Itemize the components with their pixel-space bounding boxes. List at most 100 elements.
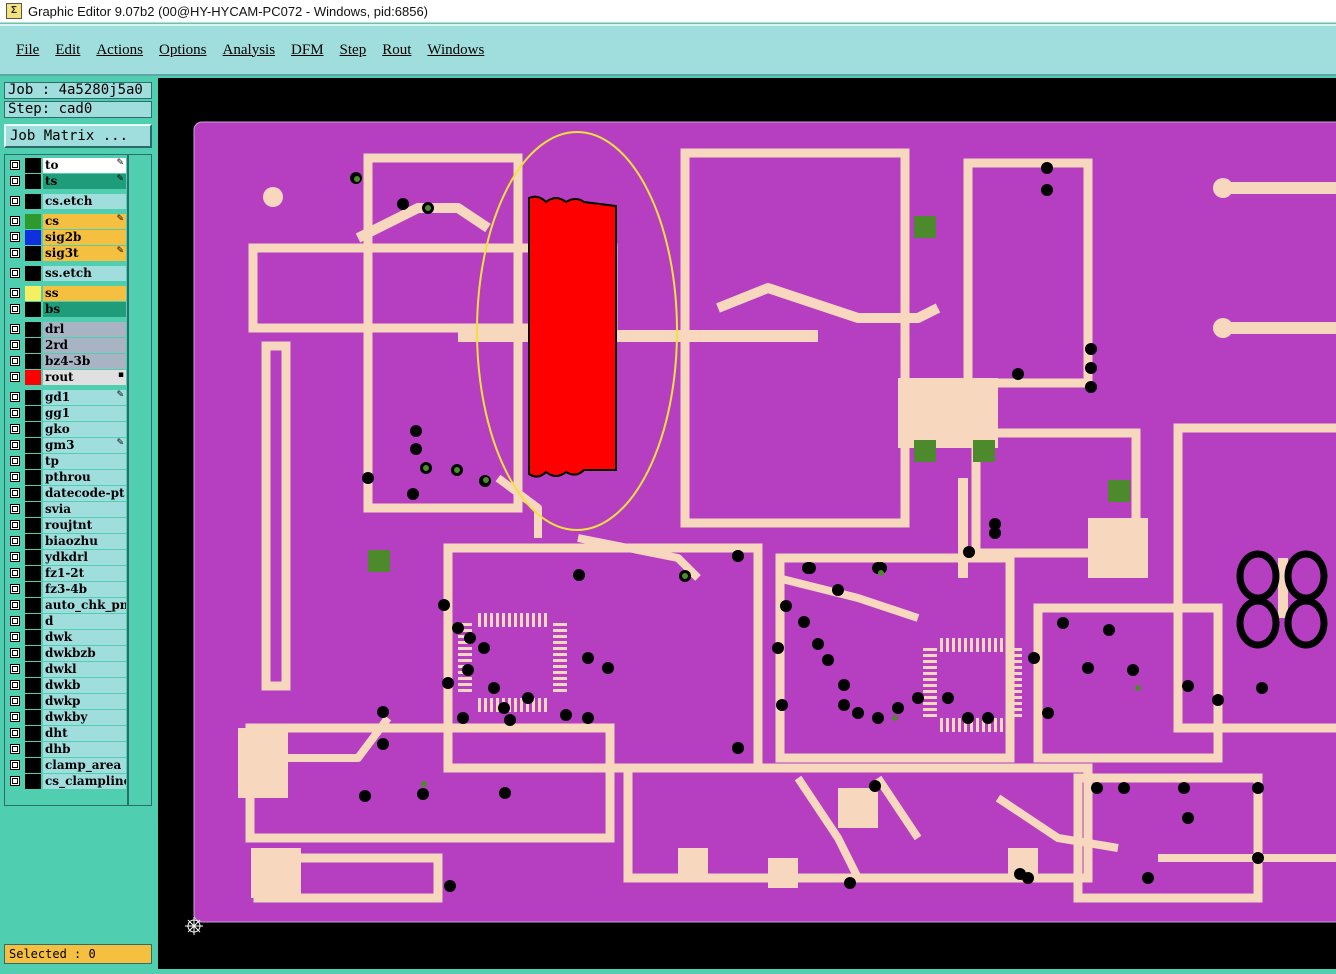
layer-color-swatch[interactable] xyxy=(25,354,41,369)
layer-color-swatch[interactable] xyxy=(25,470,41,485)
layer-color-swatch[interactable] xyxy=(25,566,41,581)
layer-row-bz4-3b[interactable]: bz4-3b xyxy=(7,354,126,369)
layer-name[interactable]: dwkp xyxy=(43,694,126,709)
layer-color-swatch[interactable] xyxy=(25,582,41,597)
layer-row-dwk[interactable]: dwk xyxy=(7,630,126,645)
layer-name[interactable]: datecode-pt xyxy=(43,486,126,501)
layer-name[interactable]: dhb xyxy=(43,742,126,757)
layer-row-dwkp[interactable]: dwkp xyxy=(7,694,126,709)
layer-row-gd1[interactable]: gd1 ✎ xyxy=(7,390,126,405)
layer-color-swatch[interactable] xyxy=(25,694,41,709)
layer-name[interactable]: to xyxy=(43,158,126,173)
layer-row-fz1-2t[interactable]: fz1-2t xyxy=(7,566,126,581)
layer-color-swatch[interactable] xyxy=(25,214,41,229)
layer-color-swatch[interactable] xyxy=(25,438,41,453)
layer-checkbox[interactable] xyxy=(10,552,20,562)
layer-row-ss[interactable]: ss xyxy=(7,286,126,301)
layer-color-swatch[interactable] xyxy=(25,302,41,317)
layer-color-swatch[interactable] xyxy=(25,286,41,301)
layer-name[interactable]: fz1-2t xyxy=(43,566,126,581)
layer-color-swatch[interactable] xyxy=(25,646,41,661)
layer-row-fz3-4b[interactable]: fz3-4b xyxy=(7,582,126,597)
layer-row-cs.etch[interactable]: cs.etch xyxy=(7,194,126,209)
layer-row-gm3[interactable]: gm3 ✎ xyxy=(7,438,126,453)
layer-row-d[interactable]: d xyxy=(7,614,126,629)
layer-color-swatch[interactable] xyxy=(25,518,41,533)
layer-name[interactable]: rout xyxy=(43,370,126,385)
layer-row-gg1[interactable]: gg1 xyxy=(7,406,126,421)
layer-name[interactable]: gg1 xyxy=(43,406,126,421)
layer-row-dwkbzb[interactable]: dwkbzb xyxy=(7,646,126,661)
layer-name[interactable]: svia xyxy=(43,502,126,517)
layer-checkbox[interactable] xyxy=(10,216,20,226)
layer-color-swatch[interactable] xyxy=(25,534,41,549)
layer-name[interactable]: dwkb xyxy=(43,678,126,693)
layer-checkbox[interactable] xyxy=(10,696,20,706)
layer-row-cs_clampline[interactable]: cs_clampline xyxy=(7,774,126,789)
layer-checkbox[interactable] xyxy=(10,324,20,334)
layer-name[interactable]: fz3-4b xyxy=(43,582,126,597)
layer-name[interactable]: ss.etch xyxy=(43,266,126,281)
layer-color-swatch[interactable] xyxy=(25,338,41,353)
layer-row-cs[interactable]: cs ✎ xyxy=(7,214,126,229)
layer-name[interactable]: cs.etch xyxy=(43,194,126,209)
layer-checkbox[interactable] xyxy=(10,568,20,578)
layer-name[interactable]: cs_clampline xyxy=(43,774,126,789)
layer-color-swatch[interactable] xyxy=(25,266,41,281)
layer-checkbox[interactable] xyxy=(10,232,20,242)
layer-row-drl[interactable]: drl xyxy=(7,322,126,337)
menu-analysis[interactable]: Analysis xyxy=(223,42,276,59)
layer-name[interactable]: gm3 xyxy=(43,438,126,453)
layer-name[interactable]: dwk xyxy=(43,630,126,645)
layer-checkbox[interactable] xyxy=(10,440,20,450)
layer-name[interactable]: dwkbzb xyxy=(43,646,126,661)
layer-color-swatch[interactable] xyxy=(25,486,41,501)
layer-row-ss.etch[interactable]: ss.etch xyxy=(7,266,126,281)
layer-color-swatch[interactable] xyxy=(25,726,41,741)
menu-dfm[interactable]: DFM xyxy=(291,42,324,59)
layer-name[interactable]: ydkdrl xyxy=(43,550,126,565)
layer-checkbox[interactable] xyxy=(10,456,20,466)
layer-checkbox[interactable] xyxy=(10,472,20,482)
layer-checkbox[interactable] xyxy=(10,424,20,434)
layer-color-swatch[interactable] xyxy=(25,322,41,337)
layer-color-swatch[interactable] xyxy=(25,230,41,245)
layer-color-swatch[interactable] xyxy=(25,390,41,405)
layer-checkbox[interactable] xyxy=(10,248,20,258)
layer-color-swatch[interactable] xyxy=(25,422,41,437)
layer-name[interactable]: biaozhu xyxy=(43,534,126,549)
layer-checkbox[interactable] xyxy=(10,648,20,658)
layer-row-dht[interactable]: dht xyxy=(7,726,126,741)
layer-row-rout[interactable]: rout ▪ xyxy=(7,370,126,385)
layer-color-swatch[interactable] xyxy=(25,662,41,677)
layer-checkbox[interactable] xyxy=(10,520,20,530)
layer-color-swatch[interactable] xyxy=(25,758,41,773)
layer-color-swatch[interactable] xyxy=(25,742,41,757)
layer-color-swatch[interactable] xyxy=(25,502,41,517)
layer-name[interactable]: d xyxy=(43,614,126,629)
layer-row-bs[interactable]: bs xyxy=(7,302,126,317)
layer-color-swatch[interactable] xyxy=(25,678,41,693)
layer-name[interactable]: ss xyxy=(43,286,126,301)
layer-color-swatch[interactable] xyxy=(25,246,41,261)
layer-row-datecode-pt[interactable]: datecode-pt xyxy=(7,486,126,501)
layer-name[interactable]: dwkby xyxy=(43,710,126,725)
layer-row-roujtnt[interactable]: roujtnt xyxy=(7,518,126,533)
layer-checkbox[interactable] xyxy=(10,616,20,626)
layer-name[interactable]: auto_chk_pn xyxy=(43,598,126,613)
layer-checkbox[interactable] xyxy=(10,536,20,546)
layer-row-sig3t[interactable]: sig3t ✎ xyxy=(7,246,126,261)
layer-checkbox[interactable] xyxy=(10,776,20,786)
layer-color-swatch[interactable] xyxy=(25,630,41,645)
menu-file[interactable]: File xyxy=(16,42,39,59)
layer-name[interactable]: bz4-3b xyxy=(43,354,126,369)
layer-name[interactable]: gd1 xyxy=(43,390,126,405)
layer-name[interactable]: pthrou xyxy=(43,470,126,485)
app-icon[interactable]: Σ xyxy=(6,3,22,19)
pcb-view[interactable] xyxy=(158,78,1336,969)
menu-edit[interactable]: Edit xyxy=(55,42,80,59)
layer-color-swatch[interactable] xyxy=(25,550,41,565)
layer-color-swatch[interactable] xyxy=(25,174,41,189)
layer-checkbox[interactable] xyxy=(10,680,20,690)
layer-name[interactable]: tp xyxy=(43,454,126,469)
